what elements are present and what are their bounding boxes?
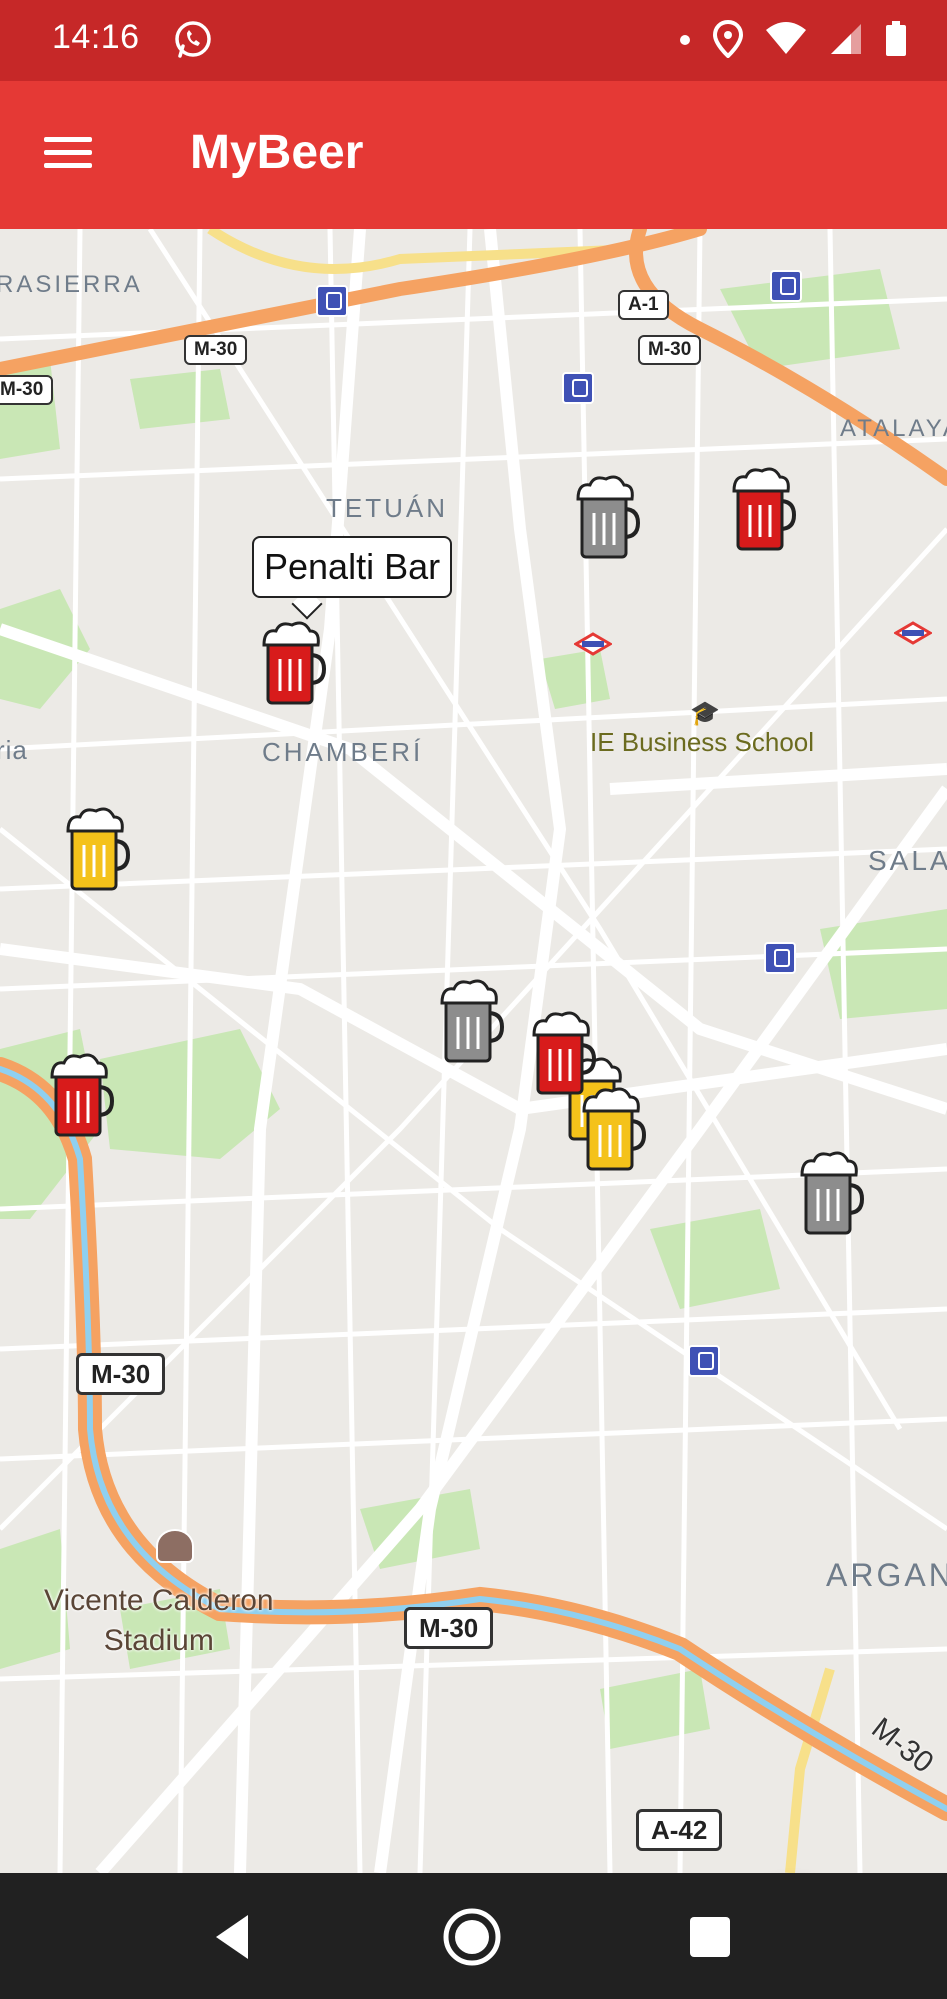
home-icon [443,1908,501,1966]
stadium-label: Vicente Calderon Stadium [44,1529,274,1661]
metro-station-icon[interactable] [316,285,348,317]
map-view[interactable]: RASIERRA TETUÁN CHAMBERÍ ATALAYA SALA AR… [0,229,947,1873]
beer-marker-gray[interactable] [436,977,506,1067]
signal-icon [829,22,863,61]
location-icon [712,19,744,63]
metro-station-icon[interactable] [562,372,594,404]
district-label-sala: SALA [868,845,947,876]
menu-icon-line [44,150,92,155]
status-bar: 14:16 [0,0,947,81]
selected-bar-tooltip[interactable]: Penalti Bar [252,536,453,598]
menu-button[interactable] [44,129,104,181]
beer-marker-red[interactable] [46,1051,116,1141]
battery-icon [885,21,907,62]
district-label-ria: ria [0,735,28,765]
road-shield-m30: M-30 [184,335,248,365]
stadium-icon [156,1529,194,1563]
beer-marker-gray[interactable] [796,1149,866,1239]
metro-logo-icon [894,621,932,645]
menu-icon-line [44,163,92,168]
metro-station-icon[interactable] [770,270,802,302]
metro-station-icon[interactable] [688,1345,720,1377]
stadium-label-line-2: Stadium [103,1624,214,1657]
district-label-argan: ARGAN [826,1557,947,1593]
road-shield-a42: A-42 [636,1809,723,1851]
metro-station-icon[interactable] [764,942,796,974]
nav-back-button[interactable] [204,1907,264,1967]
back-icon [216,1915,248,1959]
wifi-icon [765,22,807,61]
metro-logo-icon [574,632,612,656]
district-label-tetuan: TETUÁN [326,493,448,523]
stadium-label-line-1: Vicente Calderon [44,1584,274,1617]
status-icons [679,19,907,63]
nav-recents-button[interactable] [680,1907,740,1967]
system-nav-bar [0,1873,947,1999]
dot-icon [679,33,691,51]
district-label-rasierra: RASIERRA [0,271,143,298]
status-time: 14:16 [52,18,140,56]
ie-business-school-label: 🎓 IE Business School [590,700,815,758]
recents-icon [690,1917,730,1957]
app-title: MyBeer [190,126,364,179]
road-shield-m30: M-30 [0,375,54,405]
poi-label-text: IE Business School [590,727,815,757]
whatsapp-icon [172,18,214,65]
beer-marker-red-selected[interactable] [258,619,328,709]
beer-marker-gray[interactable] [572,473,642,563]
school-icon: 🎓 [690,700,720,727]
nav-home-button[interactable] [442,1907,502,1967]
road-shield-m30: M-30 [404,1607,494,1649]
road-shield-a1: A-1 [618,290,669,320]
beer-marker-yellow[interactable] [62,805,132,895]
menu-icon-line [44,137,92,142]
app-bar: MyBeer [0,81,947,229]
beer-marker-yellow[interactable] [578,1085,648,1175]
road-shield-m30: M-30 [638,335,702,365]
district-label-chamberi: CHAMBERÍ [262,737,424,767]
district-label-atalaya: ATALAYA [840,415,947,442]
beer-marker-red[interactable] [728,465,798,555]
road-shield-m30: M-30 [76,1353,166,1395]
